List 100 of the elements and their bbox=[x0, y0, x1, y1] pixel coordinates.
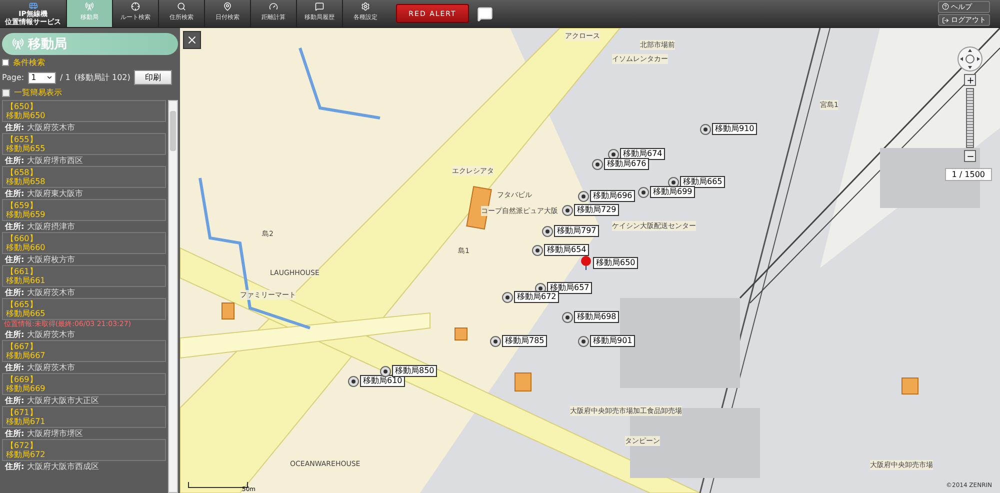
station-name: 移動局669 bbox=[6, 384, 46, 393]
section-label[interactable]: 条件検索 bbox=[13, 57, 45, 68]
station-card[interactable]: 【665】 移動局665 bbox=[2, 298, 166, 320]
page-total: / 1 bbox=[60, 73, 70, 82]
station-id: 【650】 bbox=[6, 102, 38, 111]
station-name: 移動局659 bbox=[6, 210, 46, 219]
station-card[interactable]: 【672】 移動局672 bbox=[2, 439, 166, 461]
marker-icon[interactable] bbox=[502, 292, 513, 302]
zoom-track[interactable] bbox=[966, 88, 974, 148]
expand-icon[interactable] bbox=[2, 59, 9, 66]
scale-ratio: 1 / 1500 bbox=[944, 168, 992, 181]
address-text: 大阪府摂津市 bbox=[27, 222, 76, 231]
marker-label[interactable]: 移動局696 bbox=[590, 190, 636, 202]
station-name: 移動局650 bbox=[6, 111, 46, 120]
station-card[interactable]: 【659】 移動局659 bbox=[2, 199, 166, 221]
marker-icon[interactable] bbox=[578, 190, 589, 202]
building-block bbox=[466, 186, 492, 230]
panel-title: 移動局 bbox=[28, 36, 67, 53]
station-name: 移動局661 bbox=[6, 276, 46, 285]
marker-icon[interactable] bbox=[542, 226, 553, 236]
address-text: 大阪府堺市西区 bbox=[27, 156, 84, 165]
marker-label[interactable]: 移動局665 bbox=[680, 176, 726, 188]
address-text: 大阪府茨木市 bbox=[27, 363, 76, 372]
station-id: 【659】 bbox=[6, 201, 38, 210]
address-text: 大阪府大阪市西成区 bbox=[27, 462, 100, 471]
checkbox[interactable] bbox=[2, 88, 10, 96]
page-select[interactable]: 1 bbox=[28, 72, 56, 84]
marker-icon[interactable] bbox=[532, 244, 543, 256]
station-card[interactable]: 【661】 移動局661 bbox=[2, 265, 166, 287]
building-block bbox=[222, 302, 234, 320]
zoom-out-button[interactable] bbox=[964, 150, 976, 162]
print-button[interactable]: 印刷 bbox=[134, 70, 172, 85]
station-name: 移動局665 bbox=[6, 309, 46, 318]
address-label: 住所: bbox=[5, 156, 24, 165]
scrollbar[interactable] bbox=[168, 100, 178, 493]
address-text: 大阪府茨木市 bbox=[27, 123, 76, 132]
station-card[interactable]: 【650】 移動局650 bbox=[2, 100, 166, 122]
marker-label[interactable]: 移動局676 bbox=[604, 158, 650, 170]
pan-control[interactable] bbox=[957, 46, 983, 72]
marker-label[interactable]: 移動局850 bbox=[392, 365, 438, 377]
address-text: 大阪府堺市堺区 bbox=[27, 429, 84, 438]
station-card[interactable]: 【660】 移動局660 bbox=[2, 232, 166, 254]
station-name: 移動局655 bbox=[6, 144, 46, 153]
chat-icon[interactable] bbox=[477, 6, 493, 22]
address-label: 住所: bbox=[5, 255, 24, 264]
station-name: 移動局671 bbox=[6, 417, 46, 426]
pin-icon[interactable] bbox=[580, 256, 592, 270]
station-id: 【658】 bbox=[6, 168, 38, 177]
close-icon bbox=[186, 34, 198, 46]
building-block bbox=[514, 372, 532, 392]
station-id: 【660】 bbox=[6, 234, 38, 243]
gauge-icon bbox=[269, 2, 278, 11]
zoom-in-button[interactable] bbox=[964, 74, 976, 86]
marker-label[interactable]: 移動局699 bbox=[650, 186, 696, 198]
marker-label[interactable]: 移動局901 bbox=[590, 335, 636, 347]
scale-bar bbox=[188, 482, 248, 488]
station-name: 移動局660 bbox=[6, 243, 46, 252]
station-card[interactable]: 【669】 移動局669 bbox=[2, 373, 166, 395]
address-text: 大阪府茨木市 bbox=[27, 330, 76, 339]
page-label: Page: bbox=[2, 73, 24, 82]
marker-label[interactable]: 移動局910 bbox=[712, 123, 758, 135]
address-label: 住所: bbox=[5, 330, 24, 339]
marker-label[interactable]: 移動局785 bbox=[502, 335, 548, 347]
address-label: 住所: bbox=[5, 189, 24, 198]
marker-label[interactable]: 移動局654 bbox=[544, 244, 590, 256]
settings-icon bbox=[361, 2, 370, 11]
address-label: 住所: bbox=[5, 288, 24, 297]
marker-label[interactable]: 移動局672 bbox=[514, 291, 560, 303]
station-name: 移動局667 bbox=[6, 351, 46, 360]
station-card[interactable]: 【655】 移動局655 bbox=[2, 133, 166, 155]
station-id: 【667】 bbox=[6, 342, 38, 351]
address-text: 大阪府枚方市 bbox=[27, 255, 76, 264]
antenna-icon bbox=[85, 2, 94, 11]
marker-label[interactable]: 移動局698 bbox=[574, 311, 620, 323]
marker-label[interactable]: 移動局657 bbox=[547, 282, 592, 294]
marker-label[interactable]: 移動局610 bbox=[360, 375, 406, 387]
checkbox-label: 一覧簡易表示 bbox=[14, 87, 62, 98]
bus-icon bbox=[28, 1, 38, 10]
building-block bbox=[902, 378, 918, 394]
close-button[interactable] bbox=[183, 31, 201, 49]
address-label: 住所: bbox=[5, 396, 24, 405]
station-card[interactable]: 【667】 移動局667 bbox=[2, 340, 166, 362]
station-id: 【655】 bbox=[6, 135, 38, 144]
station-id: 【671】 bbox=[6, 408, 38, 417]
marker-icon[interactable] bbox=[562, 204, 573, 216]
station-id: 【672】 bbox=[6, 441, 38, 450]
station-id: 【665】 bbox=[6, 300, 38, 309]
marker-icon[interactable] bbox=[490, 336, 501, 346]
address-text: 大阪府東大阪市 bbox=[27, 189, 84, 198]
marker-icon[interactable] bbox=[348, 376, 359, 386]
help-icon bbox=[942, 3, 949, 10]
address-label: 住所: bbox=[5, 123, 24, 132]
station-count: (移動局計 102) bbox=[74, 72, 130, 83]
address-text: 大阪府大阪市大正区 bbox=[27, 396, 100, 405]
marker-label[interactable]: 移動局797 bbox=[554, 225, 600, 237]
building-block bbox=[454, 328, 468, 340]
station-card[interactable]: 【671】 移動局671 bbox=[2, 406, 166, 428]
marker-label[interactable]: 移動局729 bbox=[574, 204, 620, 216]
station-card[interactable]: 【658】 移動局658 bbox=[2, 166, 166, 188]
marker-label[interactable]: 移動局650 bbox=[593, 257, 638, 269]
